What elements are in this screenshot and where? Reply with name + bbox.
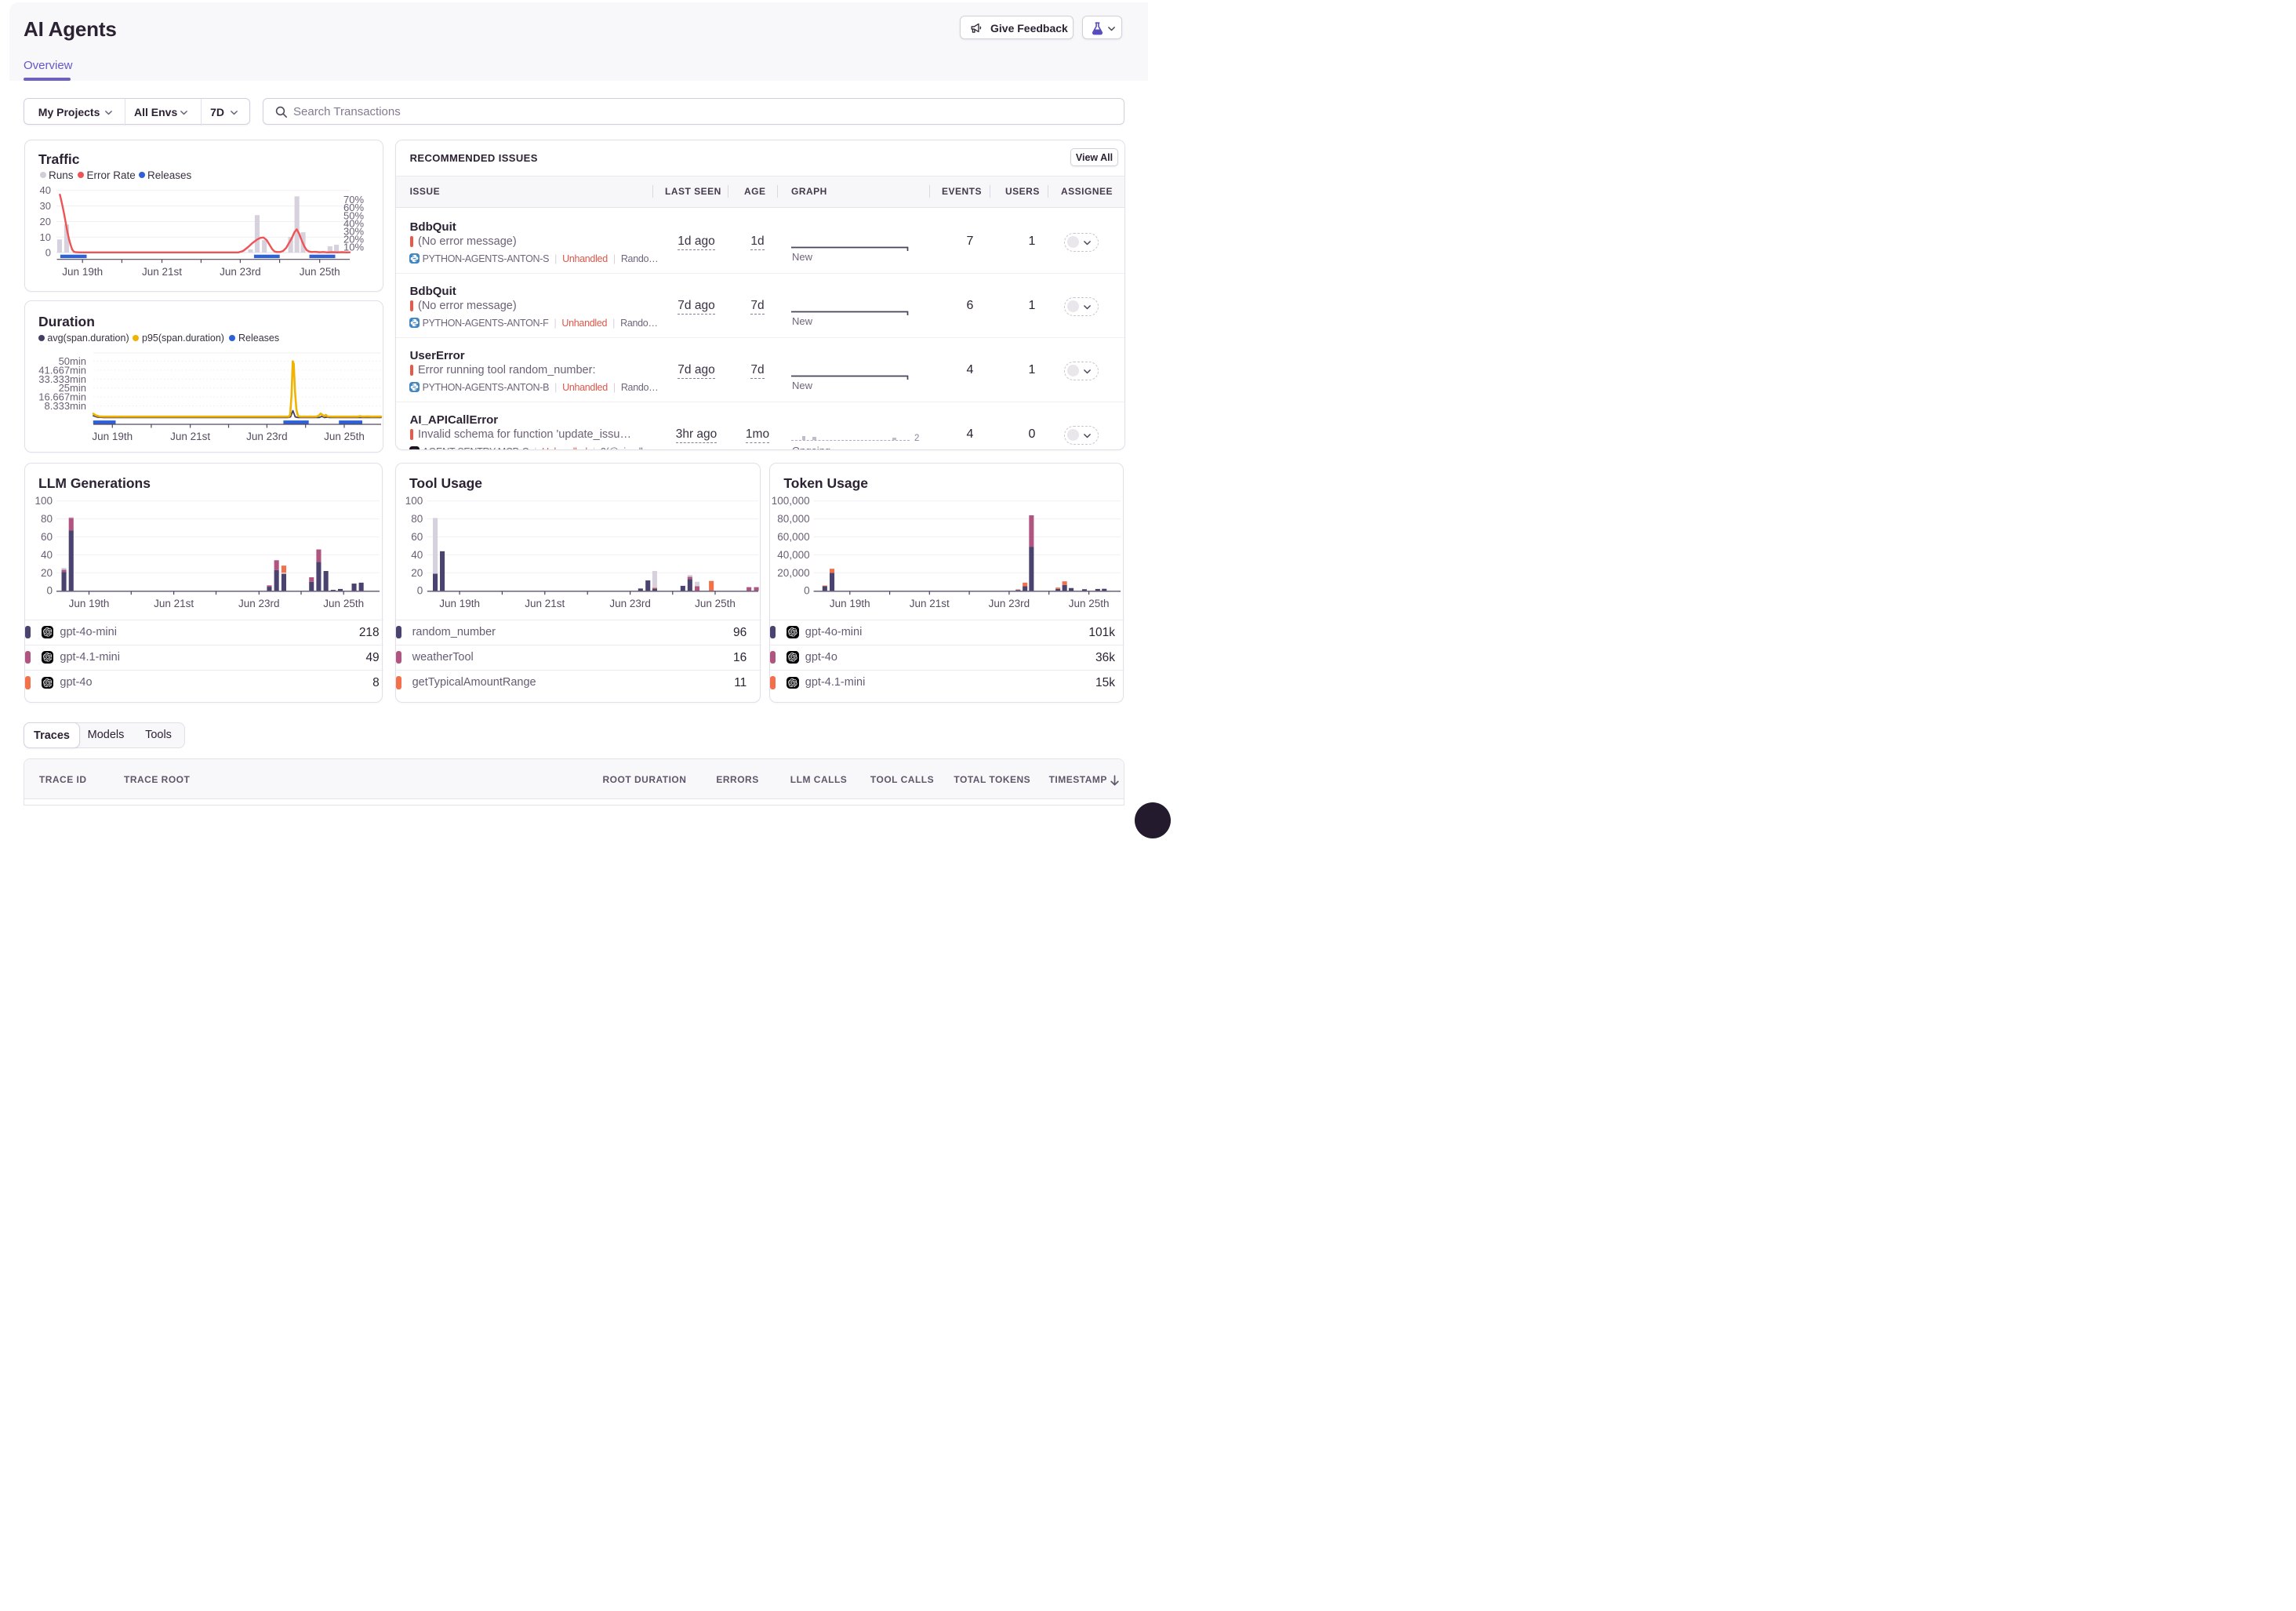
svg-text:80: 80 <box>41 513 53 525</box>
svg-text:Jun 19th: Jun 19th <box>62 266 103 278</box>
svg-text:100: 100 <box>405 495 423 507</box>
svg-text:0: 0 <box>46 585 53 597</box>
svg-text:60,000: 60,000 <box>778 531 810 543</box>
svg-text:Jun 25th: Jun 25th <box>323 598 364 609</box>
svg-text:0: 0 <box>45 247 51 259</box>
svg-text:Jun 25th: Jun 25th <box>324 431 365 442</box>
svg-text:20,000: 20,000 <box>778 567 810 579</box>
svg-text:Jun 25th: Jun 25th <box>300 266 340 278</box>
svg-text:80: 80 <box>411 513 423 525</box>
svg-text:60: 60 <box>41 531 53 543</box>
svg-text:20: 20 <box>40 216 51 227</box>
svg-text:8.333min: 8.333min <box>45 400 86 412</box>
svg-text:Jun 21st: Jun 21st <box>525 598 565 609</box>
svg-text:100,000: 100,000 <box>772 495 810 507</box>
svg-text:10: 10 <box>40 231 51 243</box>
svg-text:80,000: 80,000 <box>778 513 810 525</box>
svg-text:Jun 25th: Jun 25th <box>695 598 736 609</box>
svg-text:Jun 23rd: Jun 23rd <box>238 598 280 609</box>
svg-text:Jun 19th: Jun 19th <box>439 598 480 609</box>
svg-text:100: 100 <box>35 495 53 507</box>
svg-text:Jun 19th: Jun 19th <box>92 431 133 442</box>
svg-text:40,000: 40,000 <box>778 549 810 561</box>
svg-text:40: 40 <box>40 184 51 196</box>
svg-text:0: 0 <box>417 585 423 597</box>
svg-text:Jun 21st: Jun 21st <box>142 266 182 278</box>
svg-text:20: 20 <box>41 567 53 579</box>
svg-text:Jun 25th: Jun 25th <box>1069 598 1110 609</box>
svg-text:Jun 19th: Jun 19th <box>69 598 110 609</box>
svg-text:Jun 21st: Jun 21st <box>910 598 950 609</box>
svg-text:40: 40 <box>411 549 423 561</box>
svg-text:Jun 23rd: Jun 23rd <box>246 431 288 442</box>
svg-text:60: 60 <box>411 531 423 543</box>
svg-text:Jun 21st: Jun 21st <box>170 431 210 442</box>
svg-text:Jun 23rd: Jun 23rd <box>989 598 1030 609</box>
svg-text:Jun 23rd: Jun 23rd <box>609 598 651 609</box>
svg-text:0: 0 <box>804 585 810 597</box>
svg-text:30: 30 <box>40 200 51 212</box>
svg-text:40: 40 <box>41 549 53 561</box>
svg-text:Jun 19th: Jun 19th <box>830 598 870 609</box>
svg-text:Jun 21st: Jun 21st <box>154 598 194 609</box>
svg-text:Jun 23rd: Jun 23rd <box>220 266 261 278</box>
svg-text:10%: 10% <box>343 242 364 253</box>
svg-text:20: 20 <box>411 567 423 579</box>
